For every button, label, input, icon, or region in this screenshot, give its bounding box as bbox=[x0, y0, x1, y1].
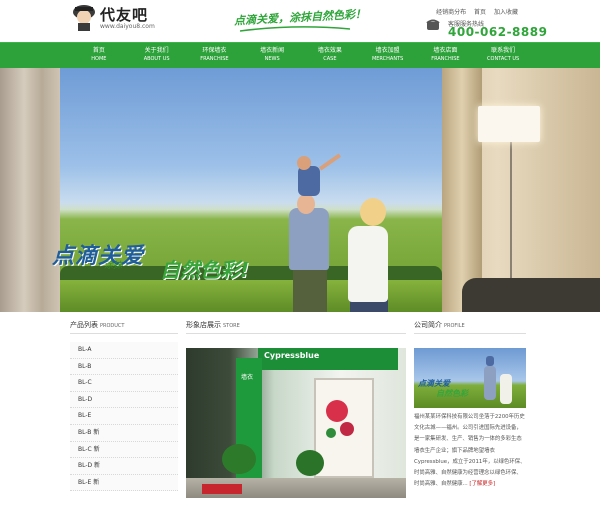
product-item[interactable]: BL-B 新 bbox=[70, 424, 178, 442]
top-links: 经销商分布 首页 加入收藏 bbox=[430, 7, 518, 16]
logo-url: www.daiyou8.com bbox=[100, 23, 155, 30]
profile-child bbox=[486, 356, 494, 366]
mascot-logo-icon bbox=[73, 5, 95, 31]
plant-right bbox=[296, 450, 324, 476]
child-arm bbox=[319, 153, 341, 171]
header-slogan: 点滴关爱，涂抹自然色彩！ bbox=[233, 7, 367, 28]
nav-item-news[interactable]: 墙衣新闻 NEWS bbox=[243, 43, 301, 69]
product-list: BL-A BL-B BL-C BL-D BL-E BL-B 新 BL-C 新 B… bbox=[70, 342, 178, 492]
product-list-section: 产品列表 PRODUCT BL-A BL-B BL-C BL-D BL-E BL-… bbox=[70, 320, 178, 492]
nav-item-about[interactable]: 关于我们 ABOUT US bbox=[128, 43, 186, 69]
profile-photo-sub: 自然色彩 bbox=[436, 389, 468, 398]
hotline: 客服服务热线 400-062-8889 bbox=[426, 17, 547, 41]
main-nav: 首页 HOME 关于我们 ABOUT US 环保墙衣 FRANCHISE 墙衣新闻 NE… bbox=[0, 42, 600, 68]
child-figure bbox=[298, 166, 320, 196]
banner-curtain-right bbox=[442, 68, 482, 312]
profile-father bbox=[484, 366, 496, 400]
nav-item-products[interactable]: 环保墙衣 FRANCHISE bbox=[186, 43, 244, 69]
profile-mother bbox=[500, 374, 512, 404]
nav-item-contact[interactable]: 联系我们 CONTACT US bbox=[474, 43, 532, 69]
flower-mural bbox=[326, 400, 348, 422]
product-item[interactable]: BL-C 新 bbox=[70, 441, 178, 459]
dealer-link[interactable]: 经销商分布 bbox=[436, 9, 466, 16]
store-sign-text: Cypressblue bbox=[264, 351, 320, 360]
store-title: 形象店展示 STORE bbox=[186, 320, 406, 334]
red-rug bbox=[202, 484, 242, 494]
product-item[interactable]: BL-E bbox=[70, 408, 178, 425]
nav-item-merchants[interactable]: 墙衣加盟 MERCHANTS bbox=[359, 43, 417, 69]
father-head bbox=[297, 194, 315, 214]
banner-sub-large: 自然色彩! bbox=[160, 258, 250, 282]
profile-photo[interactable]: 点滴关爱 自然色彩 bbox=[414, 348, 526, 408]
profile-section: 公司简介 PROFILE 点滴关爱 自然色彩 福州某某环保科技有限公司坐落于220… bbox=[414, 320, 526, 487]
banner-curtain-left bbox=[0, 68, 60, 312]
profile-description: 福州某某环保科技有限公司坐落于2200年历史文化古城——福州。公司引进国际先进设… bbox=[414, 414, 526, 488]
product-item[interactable]: BL-A bbox=[70, 342, 178, 359]
phone-icon bbox=[426, 19, 440, 30]
product-item[interactable]: BL-D 新 bbox=[70, 458, 178, 475]
slogan-swoosh-icon bbox=[240, 26, 350, 32]
father-legs bbox=[293, 268, 327, 312]
product-item[interactable]: BL-C bbox=[70, 375, 178, 392]
bookmark-link[interactable]: 加入收藏 bbox=[494, 9, 518, 16]
store-section: 形象店展示 STORE Cypressblue 墙衣 bbox=[186, 320, 406, 498]
hero-banner[interactable]: 点滴关爱 涂抹 自然色彩! bbox=[0, 68, 600, 312]
nav-item-home[interactable]: 首页 HOME bbox=[70, 43, 128, 69]
lamp-shade bbox=[478, 106, 540, 142]
banner-headline: 点滴关爱 bbox=[52, 244, 145, 269]
mother-figure bbox=[348, 226, 388, 302]
store-pillar-text: 墙衣 bbox=[241, 374, 254, 381]
hotline-number: 400-062-8889 bbox=[448, 25, 548, 39]
site-logo[interactable]: 代友吧 www.daiyou8.com bbox=[70, 2, 160, 36]
child-head bbox=[297, 156, 311, 170]
banner-sub-small: 涂抹 bbox=[104, 261, 123, 271]
product-list-title: 产品列表 PRODUCT bbox=[70, 320, 178, 334]
home-link[interactable]: 首页 bbox=[474, 9, 486, 16]
site-header: 代友吧 www.daiyou8.com 点滴关爱，涂抹自然色彩！ 经销商分布 首… bbox=[0, 0, 600, 42]
plant-left bbox=[222, 444, 256, 474]
sofa bbox=[462, 278, 600, 312]
mother-head bbox=[360, 198, 386, 226]
product-item[interactable]: BL-E 新 bbox=[70, 474, 178, 492]
product-item[interactable]: BL-D bbox=[70, 391, 178, 409]
learn-more-link[interactable]: [了解更多] bbox=[469, 481, 495, 487]
father-figure bbox=[289, 208, 329, 270]
store-photo[interactable]: Cypressblue 墙衣 bbox=[186, 348, 406, 498]
product-item[interactable]: BL-B bbox=[70, 358, 178, 376]
nav-item-case[interactable]: 墙衣效果 CASE bbox=[301, 43, 359, 69]
profile-title: 公司简介 PROFILE bbox=[414, 320, 526, 334]
nav-item-stores[interactable]: 墙衣店面 FRANCHISE bbox=[417, 43, 475, 69]
logo-text: 代友吧 bbox=[100, 6, 149, 24]
